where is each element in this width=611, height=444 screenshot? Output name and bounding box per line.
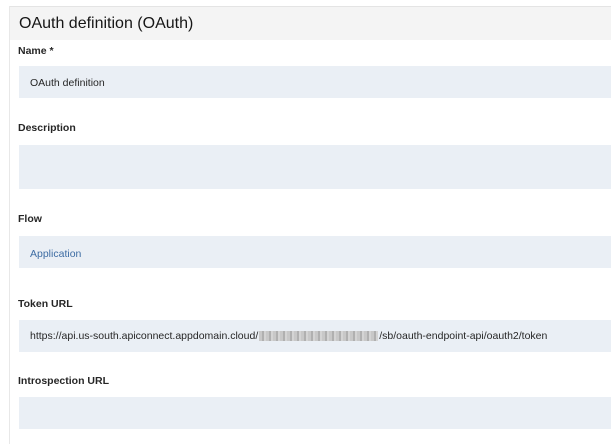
token-url-field-value: https://api.us-south.apiconnect.appdomai… — [30, 330, 547, 342]
panel-left-border — [9, 6, 10, 444]
oauth-definition-panel: OAuth definition (OAuth) Name * OAuth de… — [0, 0, 611, 444]
name-field[interactable]: OAuth definition — [19, 66, 611, 98]
flow-label: Flow — [18, 213, 42, 225]
introspection-url-field[interactable] — [19, 397, 611, 429]
panel-header: OAuth definition (OAuth) — [10, 7, 611, 40]
flow-select-value: Application — [30, 248, 82, 260]
token-url-label: Token URL — [18, 298, 73, 310]
redacted-segment — [259, 331, 379, 342]
page-title: OAuth definition (OAuth) — [19, 15, 194, 32]
token-url-prefix: https://api.us-south.apiconnect.appdomai… — [30, 330, 259, 342]
description-field[interactable] — [19, 145, 611, 189]
token-url-field[interactable]: https://api.us-south.apiconnect.appdomai… — [19, 320, 611, 352]
name-field-value: OAuth definition — [30, 77, 105, 89]
flow-select[interactable]: Application — [19, 236, 611, 268]
introspection-url-label: Introspection URL — [18, 375, 109, 387]
name-label: Name * — [18, 45, 54, 57]
token-url-suffix: /sb/oauth-endpoint-api/oauth2/token — [379, 330, 548, 342]
description-label: Description — [18, 122, 76, 134]
